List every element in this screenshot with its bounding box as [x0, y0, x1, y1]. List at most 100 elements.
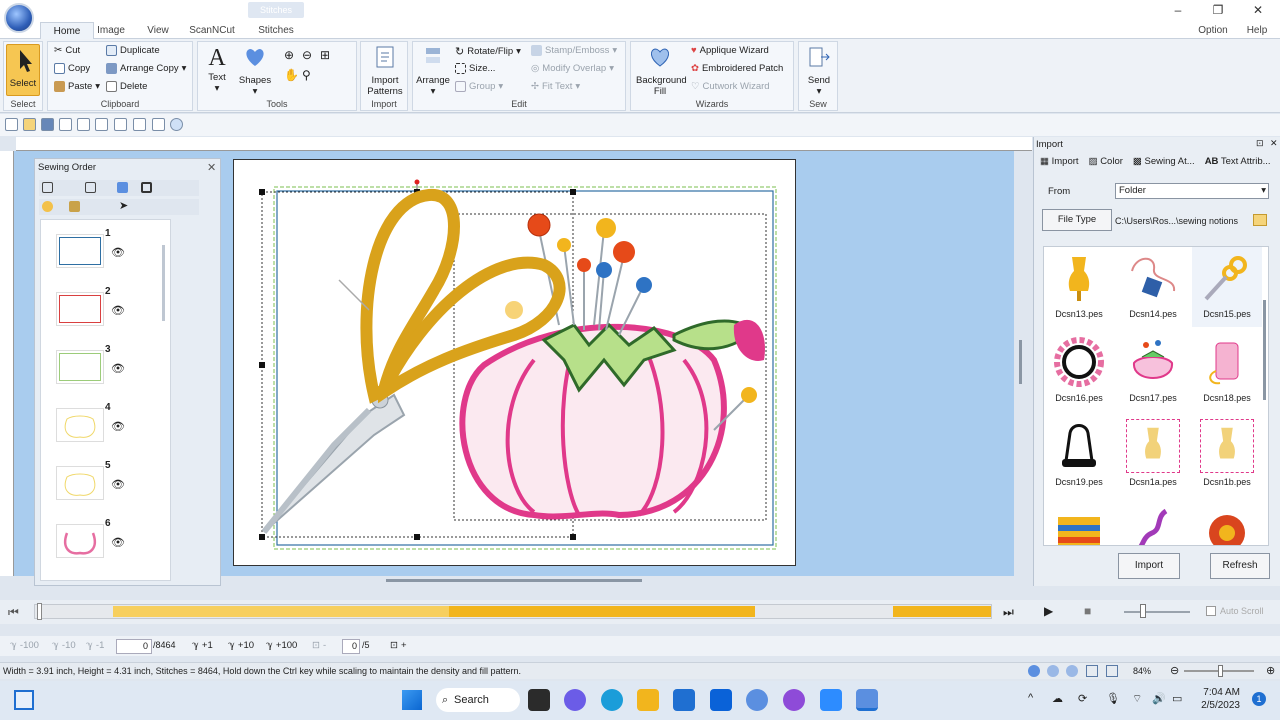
open-folder-icon[interactable]: [23, 118, 36, 131]
rotate-flip-button[interactable]: ↻ Rotate/Flip ▾: [455, 45, 521, 58]
refresh-button[interactable]: Refresh: [1210, 553, 1270, 579]
pe-design-taskbar-icon[interactable]: [856, 689, 878, 711]
app-logo-icon[interactable]: [4, 3, 34, 33]
cursor-icon[interactable]: ➤: [119, 199, 128, 212]
modify-overlap-button[interactable]: ◎ Modify Overlap ▾: [531, 63, 614, 74]
menu-help[interactable]: Help: [1244, 22, 1270, 39]
progress-thumb[interactable]: [37, 603, 42, 620]
prev-color-button[interactable]: ⊡ -: [312, 640, 326, 651]
eye-icon[interactable]: [42, 201, 53, 212]
file-explorer-icon[interactable]: [637, 689, 659, 711]
tab-stitches[interactable]: Stitches: [252, 22, 300, 39]
sort-icon[interactable]: [85, 182, 96, 193]
text-button[interactable]: A Text ▾: [202, 44, 232, 94]
zoom-out-icon[interactable]: ⊖: [1170, 663, 1179, 679]
speed-slider-thumb[interactable]: [1140, 604, 1146, 618]
windows-start-icon[interactable]: [402, 690, 422, 710]
view-mode-icon[interactable]: [1066, 665, 1078, 677]
file-item[interactable]: Dcsn1b.pes: [1192, 415, 1262, 495]
undo-icon[interactable]: [77, 118, 90, 131]
file-item[interactable]: Dcsn17.pes: [1118, 331, 1188, 411]
measure-icon[interactable]: ⚲: [302, 68, 311, 82]
eye-icon[interactable]: 👁: [111, 478, 125, 491]
tab-sewing-attributes[interactable]: ▩ Sewing At...: [1133, 156, 1195, 167]
fit-icon[interactable]: [141, 182, 152, 193]
menu-option[interactable]: Option: [1196, 22, 1230, 39]
select-button[interactable]: Select: [6, 44, 40, 96]
tab-text-attributes[interactable]: AB Text Attrib...: [1205, 156, 1271, 167]
skip-end-icon[interactable]: ⏭: [1003, 605, 1014, 620]
send-button[interactable]: Send ▾: [801, 44, 837, 97]
eye-icon[interactable]: 👁: [111, 420, 125, 433]
list-item[interactable]: 6 👁: [51, 518, 161, 568]
file-item[interactable]: Dcsn16.pes: [1044, 331, 1114, 411]
zoom-meetings-icon[interactable]: [820, 689, 842, 711]
copy-button[interactable]: Copy: [54, 63, 90, 74]
zoom-icon[interactable]: [59, 118, 72, 131]
zoom-in-icon[interactable]: ⊕: [284, 48, 294, 62]
color-number-input[interactable]: 0: [342, 639, 360, 654]
zoom-fit-icon[interactable]: ⊞: [320, 48, 330, 62]
back-10-button[interactable]: ℽ -10: [52, 640, 76, 651]
mail-icon[interactable]: [673, 689, 695, 711]
eye-icon[interactable]: 👁: [111, 304, 125, 317]
chevron-up-icon[interactable]: ^: [1028, 692, 1033, 704]
close-icon[interactable]: ✕: [1270, 138, 1278, 149]
taskbar-search[interactable]: ⌕ Search: [436, 688, 520, 712]
file-item[interactable]: [1118, 499, 1188, 545]
skip-start-icon[interactable]: ⏮: [8, 605, 19, 620]
import-patterns-button[interactable]: Import Patterns: [363, 44, 407, 97]
cut-button[interactable]: ✂ Cut: [54, 45, 80, 56]
redo-icon[interactable]: [95, 118, 108, 131]
widgets-icon[interactable]: [14, 690, 34, 710]
cloud-icon[interactable]: ☁: [1052, 692, 1063, 705]
vertical-scrollbar[interactable]: [1019, 340, 1022, 384]
forward-100-button[interactable]: ℽ +100: [266, 640, 297, 651]
edge-browser-icon[interactable]: [601, 689, 623, 711]
fit-text-button[interactable]: ✢ Fit Text ▾: [531, 81, 580, 92]
back-1-button[interactable]: ℽ -1: [86, 640, 104, 651]
battery-icon[interactable]: ▭: [1172, 692, 1182, 705]
task-view-icon[interactable]: [528, 689, 550, 711]
eye-icon[interactable]: 👁: [111, 536, 125, 549]
paste-button[interactable]: Paste ▾: [54, 81, 100, 92]
file-item[interactable]: Dcsn15.pes: [1192, 247, 1262, 327]
tab-scanncut[interactable]: ScanNCut: [188, 22, 236, 39]
onedrive-icon[interactable]: ⟳: [1078, 692, 1087, 705]
tab-import[interactable]: ▦ Import: [1040, 156, 1079, 167]
pan-hand-icon[interactable]: ✋: [284, 68, 299, 82]
maximize-button[interactable]: ❐: [1208, 2, 1228, 18]
dropbox-icon[interactable]: [710, 689, 732, 711]
stamp-emboss-button[interactable]: Stamp/Emboss ▾: [531, 45, 617, 56]
view-mode-icon[interactable]: [1047, 665, 1059, 677]
view-icon[interactable]: [114, 118, 127, 131]
browse-folder-icon[interactable]: [1253, 214, 1267, 226]
tab-color[interactable]: ▨ Color: [1089, 156, 1123, 167]
page-icon[interactable]: [1106, 665, 1118, 677]
list-item[interactable]: 3 👁: [51, 344, 161, 394]
help-icon[interactable]: [170, 118, 183, 131]
embroidered-patch-button[interactable]: ✿ Embroidered Patch: [691, 63, 783, 74]
app-icon[interactable]: [783, 689, 805, 711]
tab-view[interactable]: View: [142, 22, 174, 39]
file-item[interactable]: [1192, 499, 1262, 545]
auto-scroll-checkbox[interactable]: [1206, 606, 1216, 616]
frame-icon[interactable]: [42, 182, 53, 193]
lock-icon[interactable]: [69, 201, 80, 212]
cutwork-wizard-button[interactable]: ♡ Cutwork Wizard: [691, 81, 770, 92]
arrange-button[interactable]: Arrange ▾: [415, 44, 451, 97]
back-100-button[interactable]: ℽ -100: [10, 640, 39, 651]
save-icon[interactable]: [41, 118, 54, 131]
stop-icon[interactable]: ■: [1084, 604, 1091, 618]
clock[interactable]: 7:04 AM 2/5/2023: [1196, 686, 1240, 712]
group-button[interactable]: Group ▾: [455, 81, 503, 92]
teams-chat-icon[interactable]: [564, 689, 586, 711]
grid-icon[interactable]: [1086, 665, 1098, 677]
volume-icon[interactable]: 🔊: [1152, 692, 1166, 705]
file-item[interactable]: Dcsn18.pes: [1192, 331, 1262, 411]
import-grid-scrollbar[interactable]: [1263, 300, 1266, 400]
stitch-number-input[interactable]: 0: [116, 639, 152, 654]
design-canvas[interactable]: [233, 159, 796, 566]
wifi-icon[interactable]: ⌔: [1132, 692, 1142, 706]
background-fill-button[interactable]: Background Fill: [633, 44, 687, 97]
